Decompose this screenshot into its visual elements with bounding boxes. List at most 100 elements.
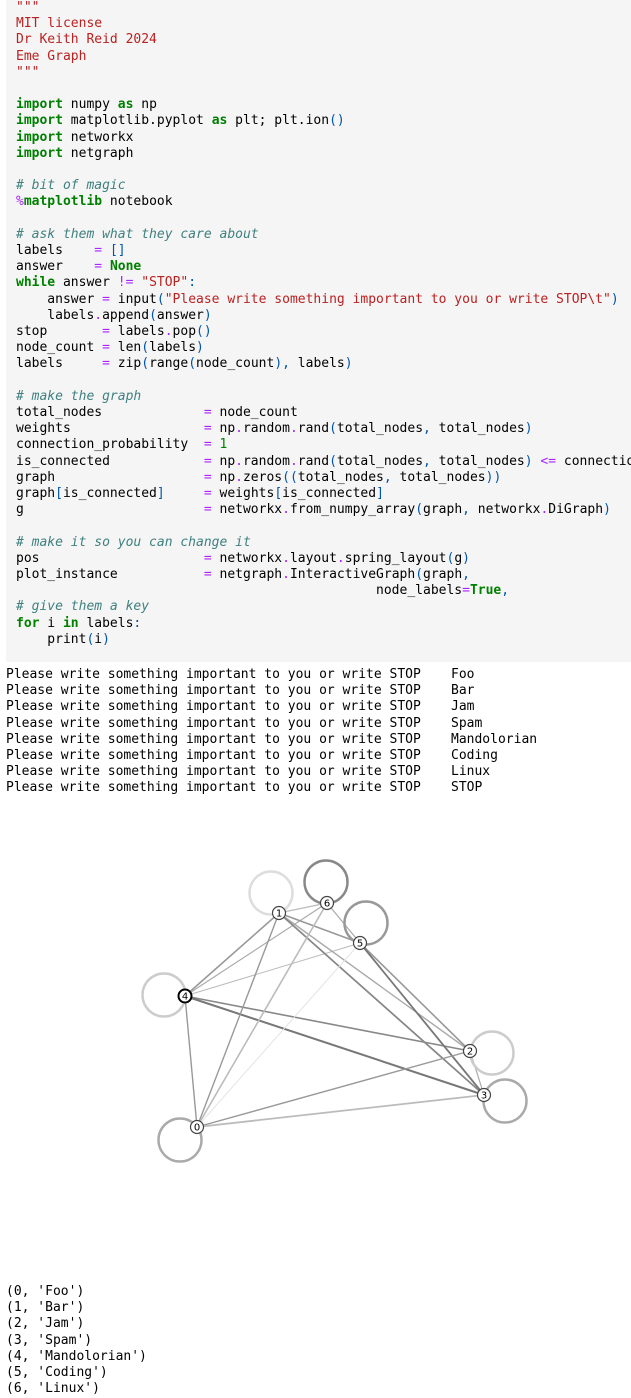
code-token: = xyxy=(203,550,212,566)
code-token: [ xyxy=(55,486,63,501)
code-token: networkx xyxy=(469,502,541,518)
code-token: = xyxy=(102,324,110,339)
code-token: graph xyxy=(16,469,204,485)
code-token: g xyxy=(16,502,204,518)
graph-node[interactable]: 1 xyxy=(271,905,287,921)
code-token: import xyxy=(16,129,63,145)
graph-node[interactable]: 6 xyxy=(319,895,335,911)
code-token: labels xyxy=(16,356,103,372)
code-token: for xyxy=(16,615,40,631)
code-line: pos = networkx.layout.spring_layout(g) xyxy=(16,551,470,567)
code-token: MIT license xyxy=(16,16,103,32)
code-line: import numpy as np xyxy=(16,97,157,113)
graph-edge xyxy=(184,942,361,997)
network-graph-figure[interactable]: 0 1 2 3 4 5 6 xyxy=(0,800,631,1200)
code-token: . xyxy=(282,567,290,582)
input-prompt-line: Please write something important to you … xyxy=(6,780,482,796)
code-token: networkx xyxy=(62,129,134,145)
code-cell-input[interactable]: """ MIT license Dr Keith Reid 2024 Eme Grap… xyxy=(6,0,631,662)
prompt-answer: Jam xyxy=(451,699,475,715)
code-token: : xyxy=(133,615,142,631)
code-token: ( xyxy=(329,453,337,469)
code-token: , xyxy=(462,502,470,518)
print-line: (0, 'Foo') xyxy=(6,1284,85,1299)
graph-node[interactable]: 4 xyxy=(177,988,193,1004)
graph-edge xyxy=(196,902,328,1128)
code-token: pop xyxy=(172,324,197,339)
code-token: , xyxy=(462,567,470,582)
code-token: total_nodes xyxy=(391,469,486,485)
code-token: ) xyxy=(102,631,110,647)
code-token: answer xyxy=(16,259,95,275)
code-token: ) xyxy=(610,291,619,307)
prompt-text: Please write something important to you … xyxy=(6,748,421,763)
code-token: networkx xyxy=(211,550,283,566)
code-token: netgraph xyxy=(62,145,134,161)
code-token: "Please write something important to you… xyxy=(164,291,611,307)
code-token: Eme Graph xyxy=(16,48,87,64)
input-prompt-line: Please write something important to you … xyxy=(6,732,537,748)
code-token: matplotlib xyxy=(23,194,103,210)
code-token: # make it so you can change it xyxy=(16,534,251,550)
code-token: node_count xyxy=(196,356,275,372)
code-line: node_count = len(labels) xyxy=(16,340,204,356)
graph-node[interactable]: 2 xyxy=(462,1043,478,1059)
node-label: 4 xyxy=(182,992,188,1003)
code-line: while answer != "STOP": xyxy=(16,275,196,291)
code-token: total_nodes xyxy=(16,405,204,420)
code-token: = xyxy=(94,259,103,275)
code-token: = xyxy=(203,502,212,518)
code-token: total_nodes xyxy=(336,453,424,469)
code-token: [] xyxy=(109,243,126,258)
graph-node[interactable]: 5 xyxy=(352,935,368,951)
prompt-text: Please write something important to you … xyxy=(6,683,421,699)
code-token: = xyxy=(203,469,212,485)
code-token: np xyxy=(211,421,236,437)
code-token: labels xyxy=(16,307,95,323)
code-line: for i in labels: xyxy=(16,616,141,632)
code-token: graph xyxy=(423,502,463,518)
node-label: 2 xyxy=(467,1047,473,1058)
code-token: ( xyxy=(141,340,150,356)
prompt-answer: Foo xyxy=(451,667,475,682)
prompt-text: Please write something important to you … xyxy=(6,764,421,780)
code-token: node_labels xyxy=(16,583,463,599)
code-token: node_count xyxy=(211,405,298,420)
code-token: g xyxy=(454,550,463,566)
code-token: ) xyxy=(603,502,611,518)
code-token: ( xyxy=(415,502,424,518)
code-line: # ask them what they care about xyxy=(16,227,259,243)
graph-node[interactable]: 0 xyxy=(189,1119,205,1135)
code-token: ) xyxy=(344,356,353,372)
code-token: as xyxy=(211,113,228,129)
code-token: () xyxy=(196,324,212,339)
code-token: . xyxy=(289,453,298,469)
code-token: np xyxy=(211,453,236,469)
code-token: answer xyxy=(16,291,103,307)
input-prompt-line: Please write something important to you … xyxy=(6,748,498,764)
code-token: ) xyxy=(524,421,533,437)
code-token: as xyxy=(117,97,134,113)
code-token: <= xyxy=(540,453,557,469)
code-token: weights xyxy=(16,421,204,437)
code-token: i xyxy=(39,615,63,631)
code-token: i xyxy=(94,631,103,647)
code-token: labels xyxy=(149,340,197,356)
graph-node[interactable]: 3 xyxy=(476,1087,492,1103)
code-token: netgraph xyxy=(211,567,283,582)
code-token: ( xyxy=(141,356,150,372)
code-line: connection_probability = 1 xyxy=(16,437,227,453)
prompt-text: Please write something important to you … xyxy=(6,699,421,715)
self-loop xyxy=(343,900,389,946)
code-line: plot_instance = netgraph.InteractiveGrap… xyxy=(16,567,470,583)
code-line: %matplotlib notebook xyxy=(16,194,173,210)
code-token: . xyxy=(282,550,290,566)
prompt-answer: Mandolorian xyxy=(451,731,538,747)
input-prompt-line: Please write something important to you … xyxy=(6,764,490,780)
print-line: (5, 'Coding') xyxy=(6,1365,108,1380)
code-token: range xyxy=(149,356,189,372)
code-token: networkx xyxy=(211,502,283,518)
code-line: # make it so you can change it xyxy=(16,535,251,551)
code-token: labels xyxy=(16,243,95,258)
